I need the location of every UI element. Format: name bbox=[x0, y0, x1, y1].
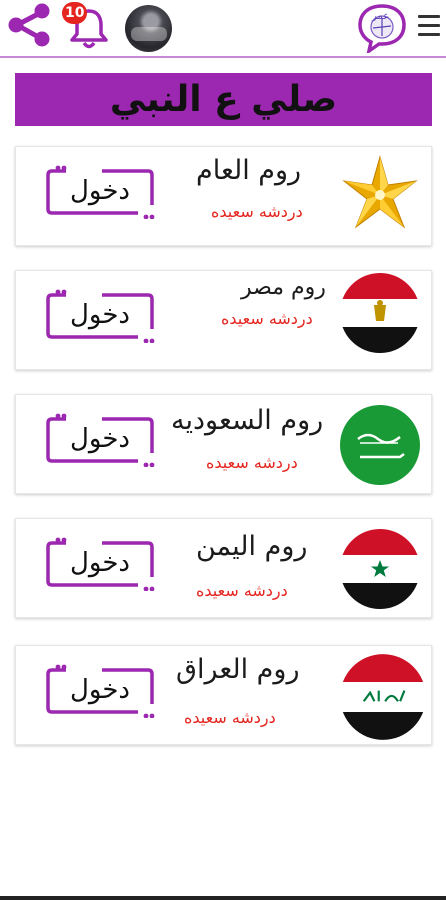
notifications-button[interactable]: 10 bbox=[62, 0, 110, 50]
banner: صلي ع النبي bbox=[15, 73, 432, 126]
room-card-iraq[interactable]: روم العراق دردشه سعيده دخول bbox=[15, 645, 432, 745]
room-subtitle: دردشه سعيده bbox=[211, 202, 303, 221]
menu-icon[interactable] bbox=[418, 15, 440, 41]
logo-text: عمر bbox=[371, 11, 389, 22]
enter-label: دخول bbox=[70, 176, 130, 206]
enter-label: دخول bbox=[70, 548, 130, 578]
enter-button[interactable]: دخول bbox=[42, 664, 160, 718]
golden-star-icon bbox=[342, 155, 418, 229]
app-logo-icon: عمر bbox=[358, 4, 406, 53]
top-app-bar: 10 عمر bbox=[0, 0, 446, 56]
enter-label: دخول bbox=[70, 675, 130, 705]
room-card-saudi[interactable]: روم السعوديه دردشه سعيده دخول bbox=[15, 394, 432, 494]
room-subtitle: دردشه سعيده bbox=[184, 708, 276, 727]
enter-button[interactable]: دخول bbox=[42, 537, 160, 591]
room-name: روم مصر bbox=[241, 275, 326, 300]
enter-button[interactable]: دخول bbox=[42, 289, 160, 343]
bottom-divider bbox=[0, 896, 446, 900]
banner-title: صلي ع النبي bbox=[109, 79, 338, 120]
room-name: روم اليمن bbox=[196, 531, 308, 562]
syria-flag-icon bbox=[340, 529, 420, 609]
room-name: روم السعوديه bbox=[171, 405, 324, 436]
room-subtitle: دردشه سعيده bbox=[206, 453, 298, 472]
avatar[interactable] bbox=[125, 5, 172, 52]
iraq-flag-icon bbox=[340, 654, 426, 740]
enter-button[interactable]: دخول bbox=[42, 413, 160, 467]
enter-label: دخول bbox=[70, 424, 130, 454]
room-card-yemen[interactable]: روم اليمن دردشه سعيده دخول bbox=[15, 518, 432, 618]
room-card-egypt[interactable]: روم مصر دردشه سعيده دخول bbox=[15, 270, 432, 370]
enter-button[interactable]: دخول bbox=[42, 165, 160, 219]
room-subtitle: دردشه سعيده bbox=[221, 309, 313, 328]
room-name: روم العام bbox=[196, 155, 302, 186]
saudi-flag-icon bbox=[340, 405, 420, 485]
enter-label: دخول bbox=[70, 300, 130, 330]
notification-count-badge: 10 bbox=[62, 2, 88, 24]
room-name: روم العراق bbox=[176, 654, 300, 685]
room-subtitle: دردشه سعيده bbox=[196, 581, 288, 600]
share-icon[interactable] bbox=[6, 2, 52, 48]
egypt-flag-icon bbox=[340, 273, 420, 353]
room-card-general[interactable]: روم العام دردشه سعيده دخول bbox=[15, 146, 432, 246]
divider bbox=[0, 56, 446, 58]
